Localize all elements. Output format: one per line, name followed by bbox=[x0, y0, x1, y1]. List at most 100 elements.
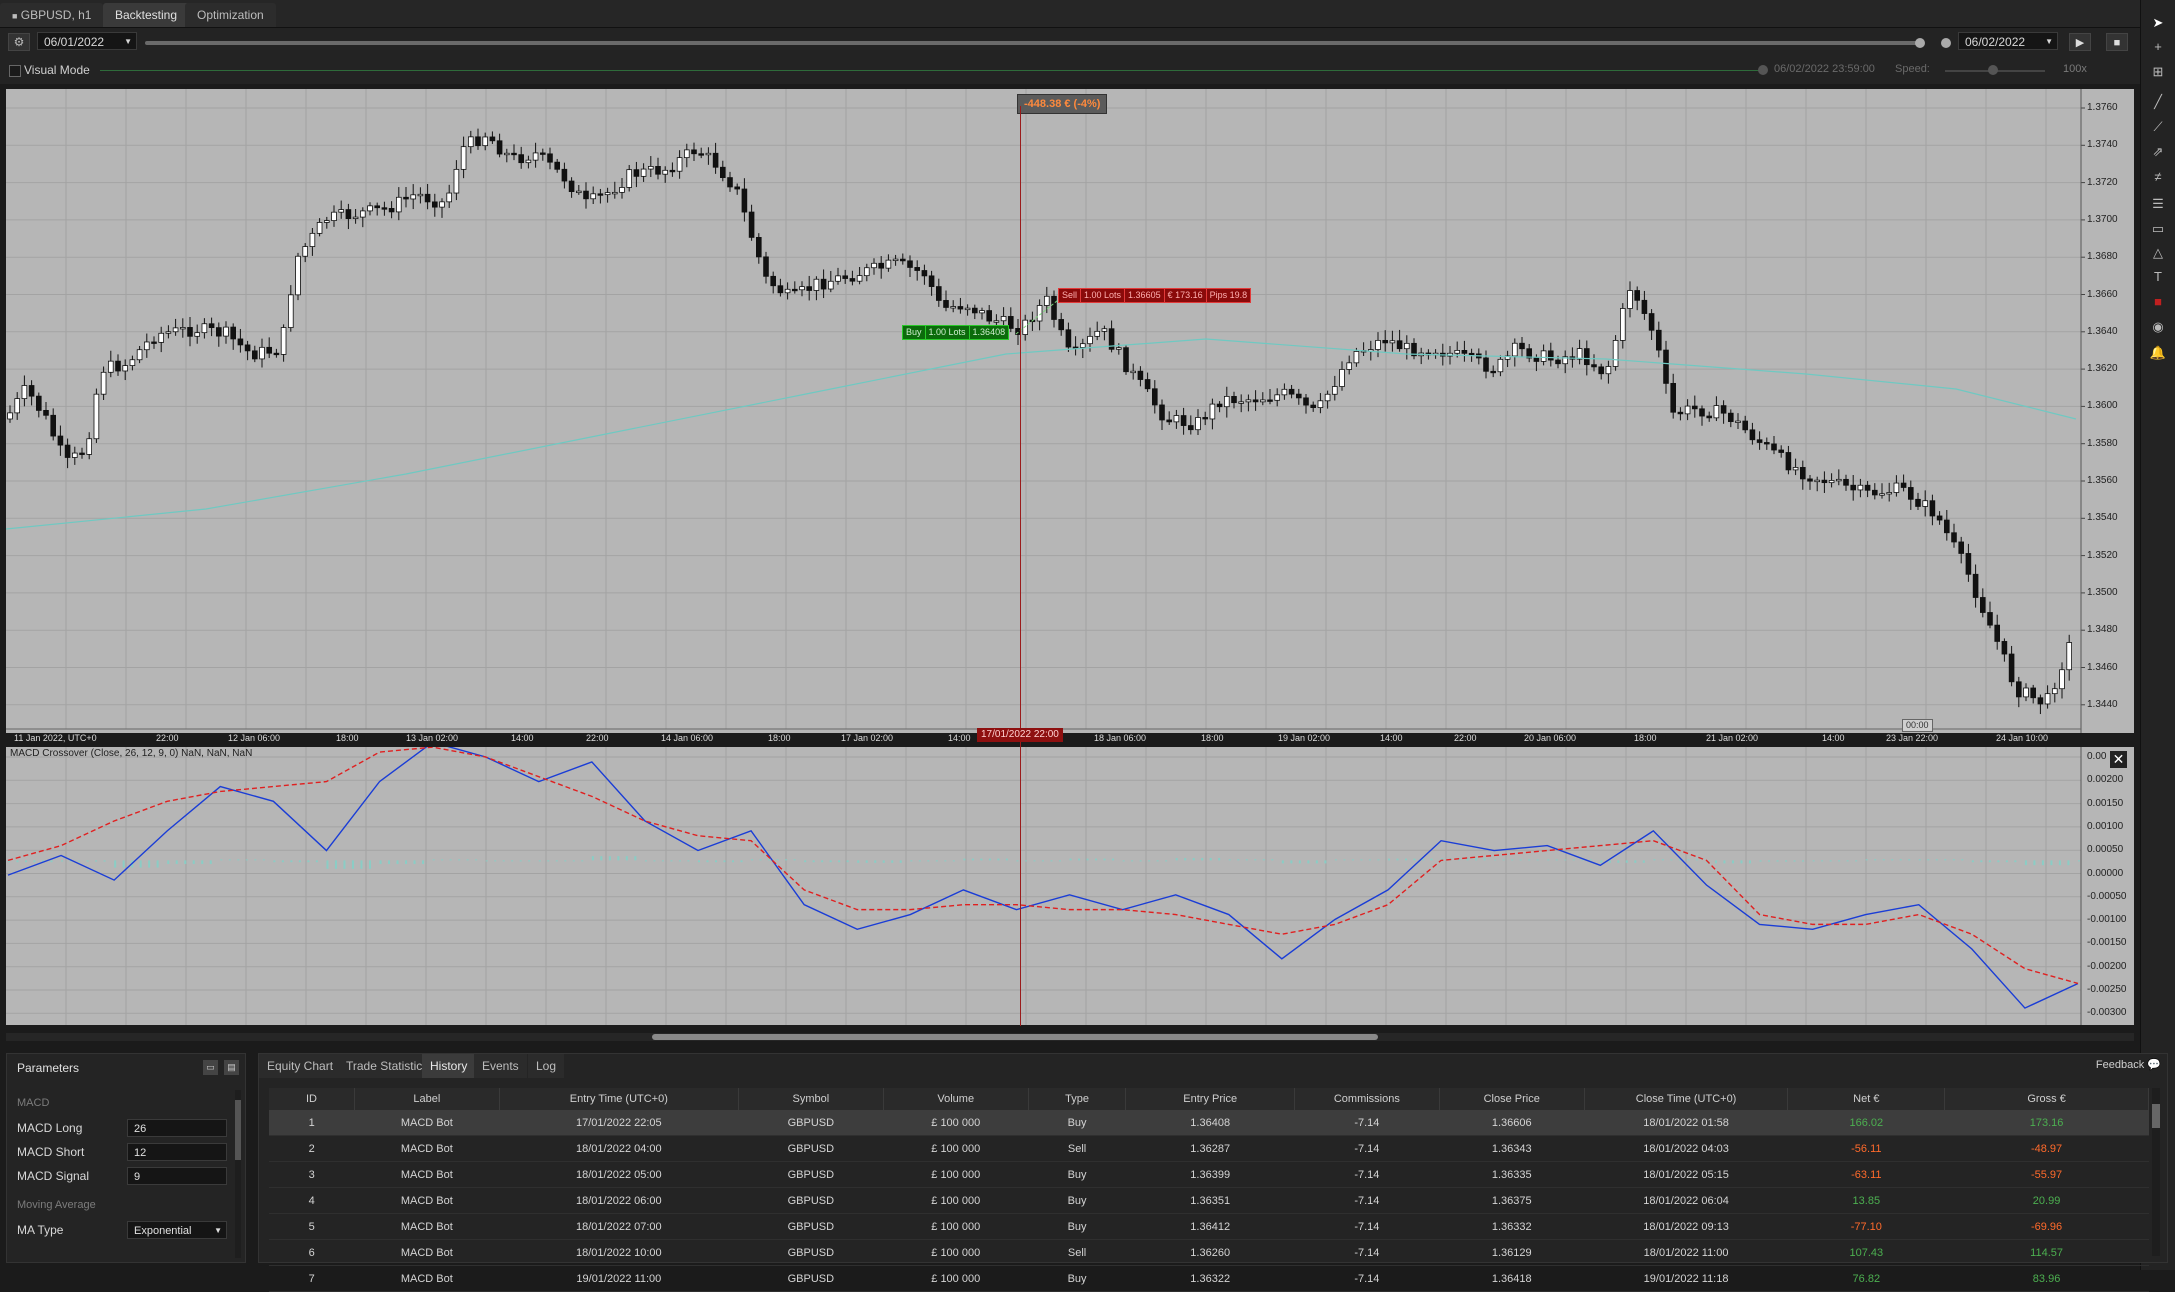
table-row[interactable]: 6 MACD Bot 18/01/2022 10:00 GBPUSD £ 100 000… bbox=[269, 1239, 2149, 1266]
table-row[interactable]: 3 MACD Bot 18/01/2022 05:00 GBPUSD £ 100 000… bbox=[269, 1161, 2149, 1188]
macd-histogram-bar bbox=[237, 859, 240, 861]
tab-optimization[interactable]: Optimization bbox=[185, 3, 276, 27]
candle bbox=[496, 133, 503, 158]
triangle-icon[interactable]: △ bbox=[2149, 244, 2167, 262]
parameters-scrollbar[interactable] bbox=[235, 1090, 241, 1258]
candle bbox=[540, 148, 546, 161]
candle bbox=[2037, 694, 2044, 715]
tab-events[interactable]: Events bbox=[474, 1054, 527, 1078]
macd-histogram-bar bbox=[1997, 860, 2000, 863]
macd-short-input[interactable]: 12 bbox=[127, 1143, 227, 1161]
column-header[interactable]: Gross € bbox=[1944, 1088, 2149, 1110]
table-cell: 1.36375 bbox=[1439, 1187, 1585, 1214]
table-row[interactable]: 7 MACD Bot 19/01/2022 11:00 GBPUSD £ 100 000… bbox=[269, 1265, 2149, 1292]
history-scroll-thumb[interactable] bbox=[2152, 1104, 2160, 1128]
macd-histogram-bar bbox=[2041, 860, 2044, 866]
column-header[interactable]: Label bbox=[354, 1088, 500, 1110]
ma-type-select[interactable]: Exponential ▼ bbox=[127, 1221, 227, 1239]
end-date-picker[interactable]: 06/02/2022 ▼ bbox=[1958, 32, 2058, 50]
scrollbar-thumb[interactable] bbox=[652, 1034, 1378, 1040]
history-scrollbar[interactable] bbox=[2152, 1088, 2160, 1256]
range-end-handle[interactable] bbox=[1941, 38, 1951, 48]
feedback-link[interactable]: Feedback 💬 bbox=[2096, 1058, 2161, 1071]
table-row[interactable]: 1 MACD Bot 17/01/2022 22:05 GBPUSD £ 100 000… bbox=[269, 1110, 2149, 1136]
candle bbox=[1310, 401, 1317, 412]
history-body: 1 MACD Bot 17/01/2022 22:05 GBPUSD £ 100 000… bbox=[269, 1110, 2149, 1292]
macd-histogram-bar bbox=[1528, 859, 1531, 861]
tab-log[interactable]: Log bbox=[528, 1054, 565, 1078]
line-icon[interactable]: ╱ bbox=[2149, 93, 2167, 111]
start-date-picker[interactable]: 06/01/2022 ▼ bbox=[37, 32, 137, 50]
candle bbox=[1764, 437, 1770, 450]
table-cell: 83.96 bbox=[1944, 1265, 2149, 1292]
trend-line-icon[interactable]: ⟋ bbox=[2149, 118, 2167, 136]
range-start-handle[interactable] bbox=[1915, 38, 1925, 48]
play-button[interactable]: ▶ bbox=[2069, 33, 2091, 51]
folder-icon[interactable]: ▭ bbox=[203, 1060, 218, 1075]
channel-icon[interactable]: ≠ bbox=[2149, 168, 2167, 186]
candle bbox=[1987, 601, 1993, 629]
macd-indicator-pane[interactable]: MACD Crossover (Close, 26, 12, 9, 0) NaN… bbox=[6, 747, 2134, 1025]
tab-equity-chart[interactable]: Equity Chart bbox=[259, 1054, 342, 1078]
macd-tick: -0.00250 bbox=[2087, 984, 2127, 995]
candle bbox=[1411, 338, 1417, 360]
cursor-icon[interactable]: ➤ bbox=[2149, 14, 2167, 32]
column-header[interactable]: Type bbox=[1028, 1088, 1127, 1110]
save-icon[interactable]: ▤ bbox=[224, 1060, 239, 1075]
table-row[interactable]: 2 MACD Bot 18/01/2022 04:00 GBPUSD £ 100 000… bbox=[269, 1135, 2149, 1162]
stop-button[interactable]: ■ bbox=[2106, 33, 2128, 51]
macd-long-input[interactable]: 26 bbox=[127, 1119, 227, 1137]
visual-mode-checkbox[interactable] bbox=[9, 65, 21, 77]
settings-gear-icon[interactable]: ⚙ bbox=[8, 33, 30, 51]
candle bbox=[684, 143, 690, 168]
tab-symbol[interactable]: ■ GBPUSD, h1 bbox=[0, 3, 104, 27]
macd-histogram-bar bbox=[2033, 860, 2036, 866]
camera-icon[interactable]: ◉ bbox=[2149, 318, 2167, 336]
alert-bell-icon[interactable]: 🔔 bbox=[2149, 344, 2167, 362]
price-chart[interactable]: -448.38 € (-4%) Buy 1.00 Lots 1.36408 Se… bbox=[6, 89, 2134, 743]
time-tick: 14:00 bbox=[1380, 733, 1403, 743]
speed-handle[interactable] bbox=[1988, 65, 1998, 75]
ray-icon[interactable]: ⇗ bbox=[2149, 143, 2167, 161]
table-row[interactable]: 4 MACD Bot 18/01/2022 06:00 GBPUSD £ 100 000… bbox=[269, 1187, 2149, 1214]
table-cell: 4 bbox=[269, 1187, 355, 1214]
column-header[interactable]: Close Price bbox=[1439, 1088, 1585, 1110]
macd-signal-label: MACD Signal bbox=[17, 1169, 90, 1183]
parameters-scroll-thumb[interactable] bbox=[235, 1100, 241, 1160]
tab-backtesting[interactable]: Backtesting bbox=[103, 3, 190, 27]
column-header[interactable]: ID bbox=[269, 1088, 355, 1110]
results-panel: Equity Chart Trade Statistics History Event… bbox=[258, 1053, 2168, 1292]
column-header[interactable]: Close Time (UTC+0) bbox=[1584, 1088, 1789, 1110]
time-tick: 21 Jan 02:00 bbox=[1706, 733, 1759, 743]
column-header[interactable]: Entry Price bbox=[1125, 1088, 1295, 1110]
crosshair-icon[interactable]: + bbox=[2149, 38, 2167, 56]
rectangle-icon[interactable]: ▭ bbox=[2149, 220, 2167, 238]
candle bbox=[1339, 361, 1345, 391]
table-cell: -7.14 bbox=[1294, 1187, 1440, 1214]
column-header[interactable]: Volume bbox=[883, 1088, 1029, 1110]
table-cell: -63.11 bbox=[1787, 1161, 1945, 1188]
signal-line bbox=[7, 747, 2079, 985]
text-icon[interactable]: T bbox=[2149, 268, 2167, 286]
fibonacci-icon[interactable]: ☰ bbox=[2149, 195, 2167, 213]
macd-histogram-bar bbox=[156, 860, 159, 868]
candle bbox=[43, 402, 49, 420]
column-header[interactable]: Net € bbox=[1787, 1088, 1946, 1110]
table-cell: 13.85 bbox=[1787, 1187, 1945, 1214]
backtest-range-slider[interactable] bbox=[145, 41, 1920, 45]
column-header[interactable]: Entry Time (UTC+0) bbox=[499, 1088, 739, 1110]
close-icon[interactable]: ✕ bbox=[2110, 751, 2127, 768]
chart-scrollbar[interactable] bbox=[6, 1033, 2134, 1041]
candle bbox=[1281, 383, 1288, 400]
macd-histogram-bar bbox=[1687, 859, 1690, 861]
tab-history[interactable]: History bbox=[422, 1054, 476, 1078]
table-cell: £ 100 000 bbox=[883, 1187, 1029, 1214]
macd-signal-input[interactable]: 9 bbox=[127, 1167, 227, 1185]
table-row[interactable]: 5 MACD Bot 18/01/2022 07:00 GBPUSD £ 100 000… bbox=[269, 1213, 2149, 1240]
column-header[interactable]: Symbol bbox=[738, 1088, 884, 1110]
column-header[interactable]: Commissions bbox=[1294, 1088, 1440, 1110]
zoom-icon[interactable]: ⊞ bbox=[2149, 63, 2167, 81]
candle bbox=[1562, 350, 1569, 374]
candle bbox=[28, 380, 35, 406]
color-swatch-icon[interactable]: ■ bbox=[2149, 293, 2167, 311]
